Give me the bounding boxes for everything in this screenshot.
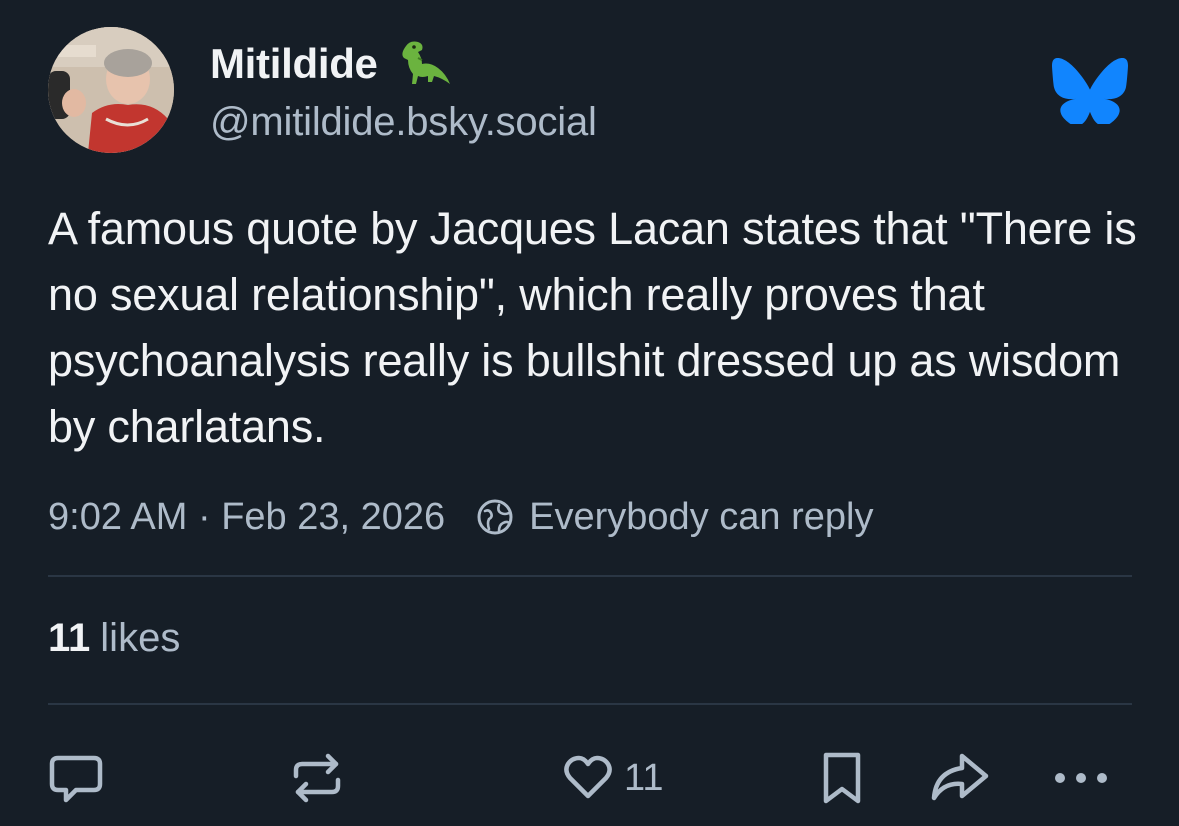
avatar-photo [48,27,174,153]
author-avatar[interactable] [48,27,174,153]
like-button[interactable]: 11 [562,748,663,808]
likes-summary[interactable]: 11 likes [48,616,180,661]
repost-icon [288,750,346,806]
post-text: A famous quote by Jacques Lacan states t… [48,203,1137,452]
share-arrow-icon [928,750,992,806]
globe-icon [475,497,515,537]
divider [48,575,1132,577]
reply-setting[interactable]: Everybody can reply [475,496,873,539]
reply-setting-label: Everybody can reply [529,495,874,538]
repost-button[interactable] [288,748,346,808]
likes-label: likes [100,616,181,660]
more-options-button[interactable] [1052,748,1110,808]
share-button[interactable] [928,748,992,808]
likes-count: 11 [48,616,91,660]
author-name-row: Mitildide [210,36,452,92]
bluesky-butterfly-icon[interactable] [1052,57,1128,126]
reply-bubble-icon [48,750,104,806]
post-timestamp[interactable]: 9:02 AM · Feb 23, 2026 [48,496,445,539]
heart-icon [562,752,614,804]
t-rex-emoji-icon [392,38,452,90]
post-meta-row: 9:02 AM · Feb 23, 2026 Everybody can rep… [48,492,873,542]
more-dots-icon [1052,768,1110,788]
author-handle[interactable]: @mitildide.bsky.social [210,100,597,145]
post-thread-view: Mitildide @mitildide.bsky.social A famou… [0,0,1179,826]
bookmark-icon [818,749,866,807]
bookmark-button[interactable] [818,748,866,808]
reply-button[interactable] [48,748,104,808]
divider [48,703,1132,705]
author-display-name[interactable]: Mitildide [210,40,378,88]
like-count: 11 [624,756,664,799]
